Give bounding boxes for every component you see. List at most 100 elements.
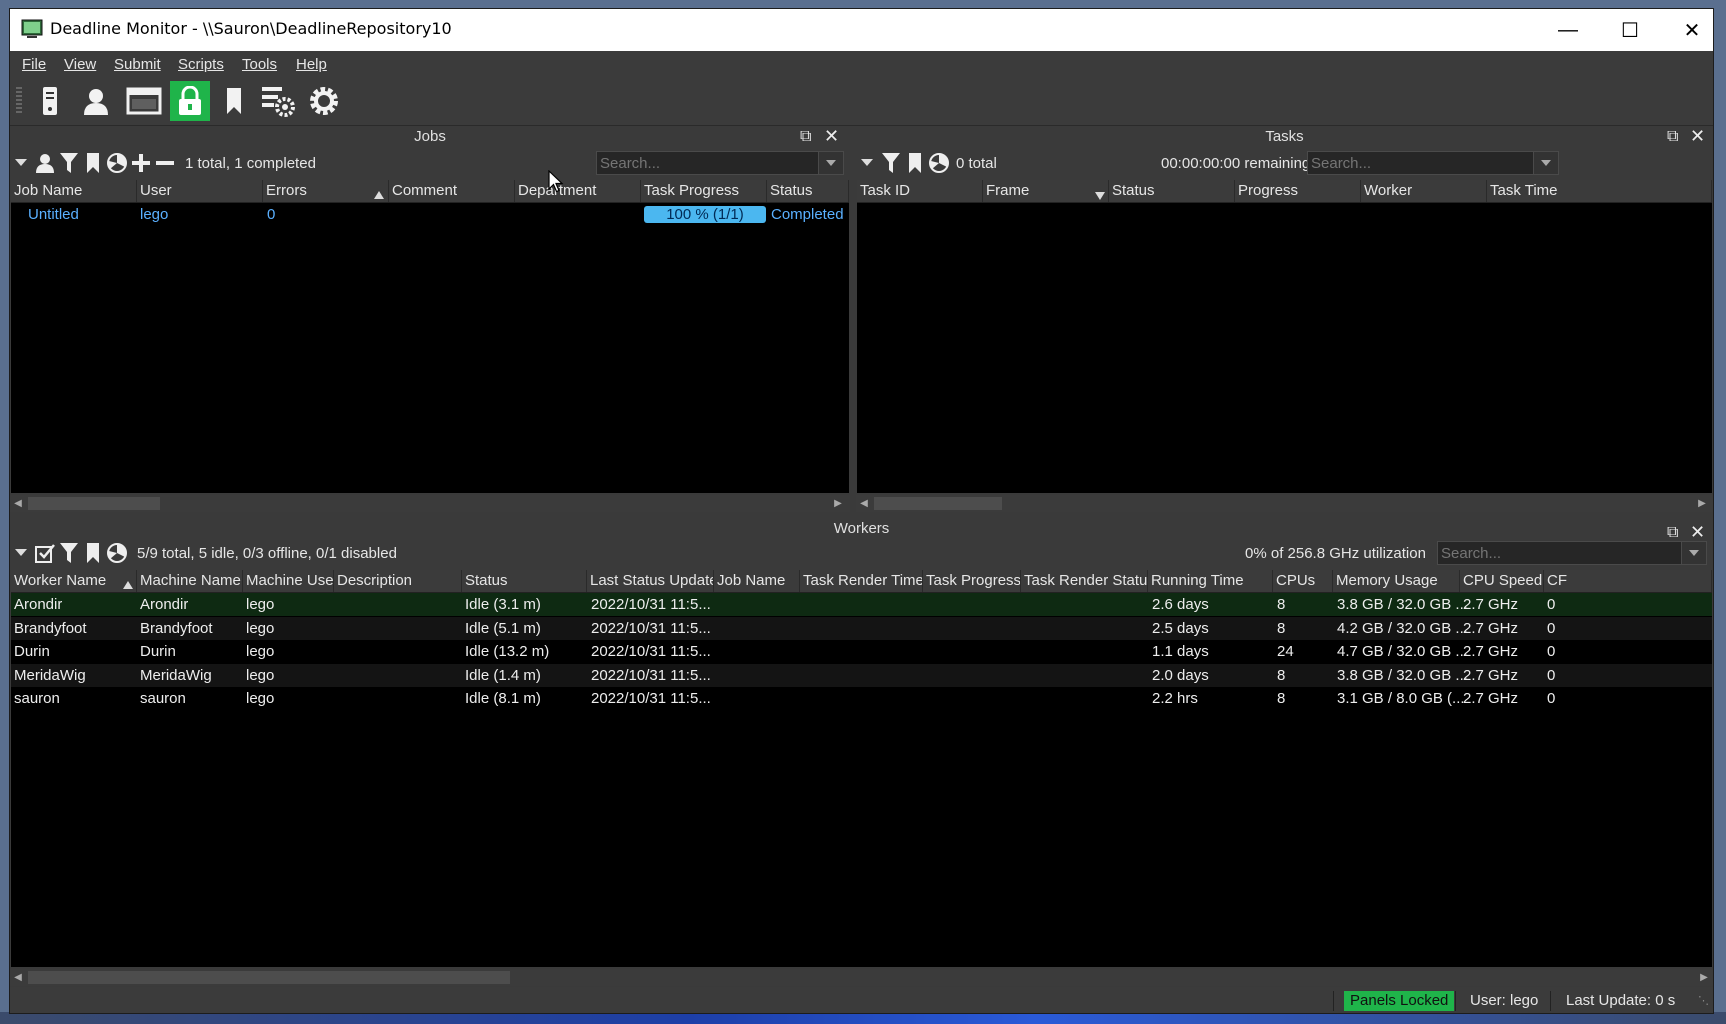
close-window-button[interactable]: ✕ (1661, 9, 1713, 51)
col-memory-usage[interactable]: Memory Usage (1333, 570, 1460, 592)
col-task-time[interactable]: Task Time (1487, 180, 1712, 202)
table-row[interactable]: sauron sauron lego Idle (8.1 m) 2022/10/31 1… (11, 687, 1712, 710)
col-task-id[interactable]: Task ID (857, 180, 983, 202)
chevron-down-icon[interactable] (856, 152, 878, 174)
menu-tools[interactable]: Tools (242, 56, 277, 73)
chevron-down-icon[interactable] (1533, 152, 1558, 174)
menu-file[interactable]: File (22, 56, 46, 73)
filter-icon[interactable] (58, 152, 80, 174)
scroll-thumb[interactable] (874, 497, 1002, 510)
filter-icon[interactable] (58, 542, 80, 564)
col-job-name[interactable]: Job Name (11, 180, 137, 202)
col-progress[interactable]: Progress (1235, 180, 1361, 202)
col-cpus[interactable]: CPUs (1273, 570, 1333, 592)
col-cpu-speed[interactable]: CPU Speed (1460, 570, 1544, 592)
bookmark-icon[interactable] (82, 542, 104, 564)
tasks-horizontal-scrollbar[interactable]: ◀ ▶ (856, 495, 1713, 512)
pie-chart-icon[interactable] (928, 152, 950, 174)
machine-name-cell: Arondir (140, 596, 189, 613)
scroll-left-icon[interactable]: ◀ (12, 497, 24, 510)
col-task-render-time[interactable]: Task Render Time (800, 570, 923, 592)
scroll-left-icon[interactable]: ◀ (12, 971, 24, 984)
col-worker-status[interactable]: Status (462, 570, 587, 592)
chevron-down-icon[interactable] (10, 152, 32, 174)
panels-locked-badge[interactable]: Panels Locked (1344, 991, 1455, 1011)
plus-icon[interactable] (130, 152, 152, 174)
col-task-status[interactable]: Status (1109, 180, 1235, 202)
filter-icon[interactable] (880, 152, 902, 174)
col-user[interactable]: User (137, 180, 263, 202)
col-task-render-status[interactable]: Task Render Status (1021, 570, 1148, 592)
float-panel-icon[interactable]: ⧉ (800, 128, 811, 146)
scroll-thumb[interactable] (28, 497, 160, 510)
table-row[interactable]: Durin Durin lego Idle (13.2 m) 2022/10/31 11… (11, 640, 1712, 663)
title-bar: Deadline Monitor - \\Sauron\DeadlineRepo… (10, 9, 1713, 51)
pie-chart-icon[interactable] (106, 542, 128, 564)
minus-icon[interactable] (154, 152, 176, 174)
jobs-search-input[interactable] (597, 152, 823, 174)
task-progress-bar: 100 % (1/1) (644, 206, 766, 223)
scroll-thumb[interactable] (28, 971, 510, 984)
col-worker-name[interactable]: Worker Name (11, 570, 137, 592)
float-panel-icon[interactable]: ⧉ (1667, 128, 1678, 146)
bookmark-icon[interactable] (82, 152, 104, 174)
toolbar-grip[interactable] (16, 87, 22, 115)
table-row[interactable]: Brandyfoot Brandyfoot lego Idle (5.1 m) 2022… (11, 616, 1712, 640)
menu-bar: File View Submit Scripts Tools Help (10, 51, 1713, 77)
workers-utilization: 0% of 256.8 GHz utilization (1245, 545, 1426, 562)
col-running-time[interactable]: Running Time (1148, 570, 1273, 592)
col-worker[interactable]: Worker (1361, 180, 1487, 202)
tasks-search-input[interactable] (1308, 152, 1538, 174)
col-status[interactable]: Status (767, 180, 849, 202)
table-row[interactable]: Arondir Arondir lego Idle (3.1 m) 2022/10/31… (11, 593, 1712, 616)
scroll-right-icon[interactable]: ▶ (1698, 971, 1710, 984)
bookmark-icon[interactable] (214, 81, 254, 121)
menu-view[interactable]: View (64, 56, 96, 73)
status-user: User: lego (1470, 992, 1539, 1009)
col-department[interactable]: Department (515, 180, 641, 202)
close-panel-icon[interactable]: ✕ (1690, 126, 1705, 147)
table-row[interactable]: MeridaWig MeridaWig lego Idle (1.4 m) 2022/1… (11, 663, 1712, 687)
monitor-icon[interactable] (124, 81, 164, 121)
gear-icon[interactable] (304, 81, 344, 121)
col-last-status-update[interactable]: Last Status Update (587, 570, 714, 592)
user-filter-icon[interactable] (34, 152, 56, 174)
workers-search-input[interactable] (1438, 542, 1686, 564)
user-icon[interactable] (76, 81, 116, 121)
menu-scripts[interactable]: Scripts (178, 56, 224, 73)
resize-grip-icon[interactable]: ⋱ (1698, 991, 1709, 1011)
edit-checkbox-icon[interactable] (34, 542, 56, 564)
settings-list-icon[interactable] (258, 81, 298, 121)
col-task-progress[interactable]: Task Progress (641, 180, 767, 202)
minimize-button[interactable]: — (1537, 9, 1599, 51)
col-machine-name[interactable]: Machine Name (137, 570, 243, 592)
close-panel-icon[interactable]: ✕ (824, 126, 839, 147)
col-errors[interactable]: Errors (263, 180, 389, 202)
scroll-right-icon[interactable]: ▶ (832, 497, 844, 510)
col-description[interactable]: Description (334, 570, 462, 592)
col-task-progress[interactable]: Task Progress (923, 570, 1021, 592)
menu-submit[interactable]: Submit (114, 56, 161, 73)
menu-help[interactable]: Help (296, 56, 327, 73)
chevron-down-icon[interactable] (1681, 542, 1706, 564)
bookmark-icon[interactable] (904, 152, 926, 174)
chevron-down-icon[interactable] (818, 152, 843, 174)
worker-icon[interactable] (30, 81, 70, 121)
workers-horizontal-scrollbar[interactable]: ◀ ▶ (10, 969, 1713, 986)
col-cf[interactable]: CF (1544, 570, 1712, 592)
col-frame[interactable]: Frame (983, 180, 1109, 202)
table-row[interactable]: Untitled lego 0 100 % (1/1) Completed (11, 203, 849, 226)
col-comment[interactable]: Comment (389, 180, 515, 202)
col-machine-user[interactable]: Machine User (243, 570, 334, 592)
chevron-down-icon[interactable] (10, 542, 32, 564)
machine-name-cell: Durin (140, 643, 176, 660)
pie-chart-icon[interactable] (106, 152, 128, 174)
worker-name-cell: Brandyfoot (14, 619, 87, 637)
maximize-button[interactable]: ☐ (1599, 9, 1661, 51)
scroll-left-icon[interactable]: ◀ (858, 497, 870, 510)
jobs-horizontal-scrollbar[interactable]: ◀ ▶ (10, 495, 850, 512)
running-time-cell: 1.1 days (1152, 643, 1209, 660)
col-job-name[interactable]: Job Name (714, 570, 800, 592)
scroll-right-icon[interactable]: ▶ (1696, 497, 1708, 510)
lock-icon[interactable] (170, 81, 210, 121)
